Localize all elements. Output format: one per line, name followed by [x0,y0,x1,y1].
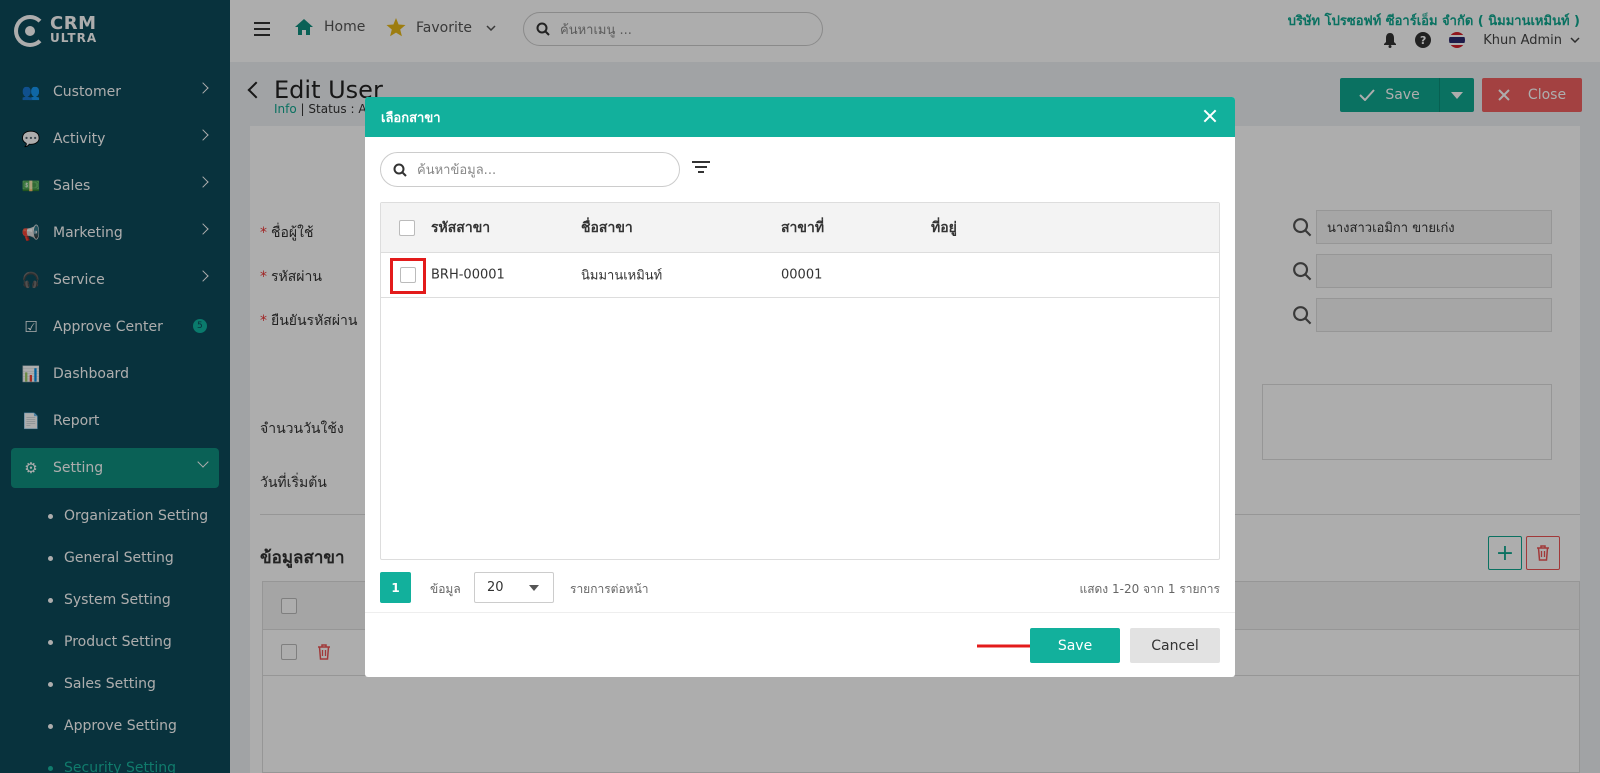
per-page-suffix: รายการต่อหน้า [570,582,649,596]
modal-divider [365,612,1235,613]
pager-info: แสดง 1-20 จาก 1 รายการ [1079,582,1220,596]
select-all-checkbox[interactable] [399,220,415,236]
modal-save-button[interactable]: Save [1030,628,1120,663]
select-branch-modal: เลือกสาขา ค้นหาข้อมูล... รหัสสาขา ชื่อสา… [365,97,1235,677]
search-icon [393,163,407,177]
branch-search-placeholder: ค้นหาข้อมูล... [417,163,497,178]
cell-branch-name: นิมมานเหมินท์ [581,268,663,284]
pager-label: ข้อมูล [430,582,461,596]
branch-search-input[interactable]: ค้นหาข้อมูล... [380,152,680,187]
cell-branch-number: 00001 [781,267,823,283]
highlight-box [390,258,426,294]
column-header-address[interactable]: ที่อยู่ [931,217,957,239]
pagination: 1 ข้อมูล 20 รายการต่อหน้า แสดง 1-20 จาก … [380,572,1220,604]
caret-down-icon [529,585,539,591]
close-icon[interactable] [1203,109,1217,123]
modal-cancel-button[interactable]: Cancel [1130,628,1220,663]
modal-header: เลือกสาขา [365,97,1235,137]
table-header: รหัสสาขา ชื่อสาขา สาขาที่ ที่อยู่ [381,203,1219,253]
filter-icon[interactable] [692,161,710,176]
page-1-button[interactable]: 1 [380,572,411,603]
column-header-branch-number[interactable]: สาขาที่ [781,217,824,239]
column-header-branch-name[interactable]: ชื่อสาขา [581,217,633,239]
per-page-value: 20 [487,580,504,595]
column-header-branch-code[interactable]: รหัสสาขา [431,217,490,239]
cell-branch-code: BRH-00001 [431,267,505,283]
table-row[interactable]: BRH-00001 นิมมานเหมินท์ 00001 [381,253,1219,298]
branch-select-table: รหัสสาขา ชื่อสาขา สาขาที่ ที่อยู่ BRH-00… [380,202,1220,560]
per-page-select[interactable]: 20 [474,572,554,603]
modal-title: เลือกสาขา [381,110,441,126]
